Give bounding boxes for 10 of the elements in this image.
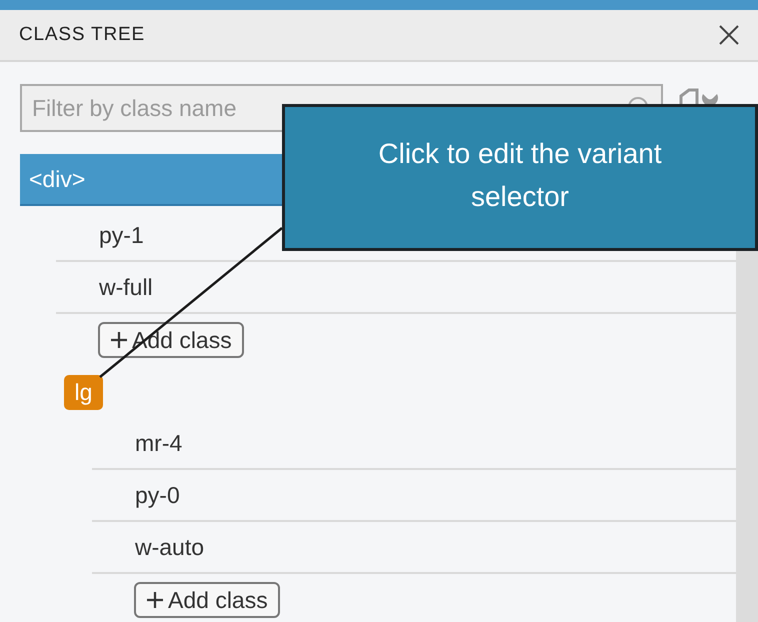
plus-icon (146, 591, 164, 609)
tooltip: Click to edit the variant selector (282, 104, 758, 251)
plus-icon (110, 331, 128, 349)
class-item[interactable]: mr-4 (92, 418, 736, 470)
add-class-button[interactable]: Add class (134, 582, 280, 618)
panel-title: CLASS TREE (19, 24, 145, 46)
class-item[interactable]: py-0 (92, 470, 736, 522)
class-item[interactable]: w-auto (92, 522, 736, 574)
close-icon[interactable] (718, 24, 740, 46)
class-item[interactable]: w-full (56, 262, 736, 314)
